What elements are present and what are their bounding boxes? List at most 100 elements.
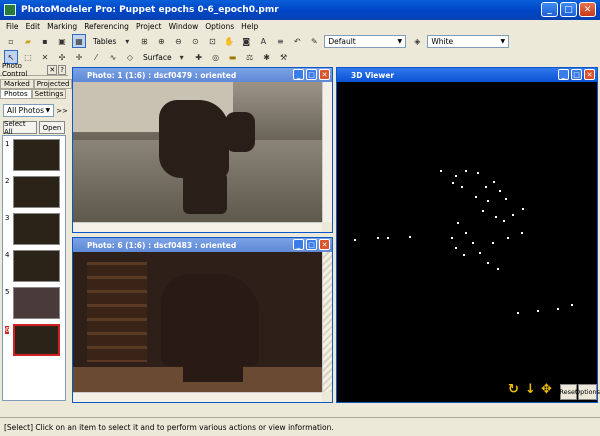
close-button[interactable]: ✕ xyxy=(319,69,330,80)
photo-6-vertical-scrollbar[interactable] xyxy=(322,252,332,392)
color-select[interactable]: White ▼ xyxy=(427,34,510,48)
table-dropdown-icon[interactable]: ▾ xyxy=(120,34,134,48)
point-cloud xyxy=(354,170,573,314)
menu-referencing[interactable]: Referencing xyxy=(84,22,129,31)
thumbnail-photo-5[interactable]: 5 xyxy=(5,287,60,319)
menu-bar: File Edit Marking Referencing Project Wi… xyxy=(0,20,600,32)
photo-1-image[interactable] xyxy=(73,82,322,222)
thumbnail-photo-2[interactable]: 2 xyxy=(5,176,60,208)
surface-dropdown-icon[interactable]: ▾ xyxy=(175,50,189,64)
photo-6-horizontal-scrollbar[interactable] xyxy=(73,392,322,402)
undo-icon[interactable]: ↶ xyxy=(290,34,304,48)
reference-icon[interactable]: ✚ xyxy=(192,50,206,64)
thumb-number: 3 xyxy=(5,214,10,222)
pan-hand-icon[interactable]: ✋ xyxy=(222,34,236,48)
menu-help[interactable]: Help xyxy=(241,22,258,31)
toolbar-bottom: ↖ ⬚ ✕ ✣ ✛ ⁄ ∿ ◇ Surface ▾ ✚ ◎ ▬ ⚖ ✱ ⚒ xyxy=(0,48,600,66)
thumb-number: 4 xyxy=(5,251,10,259)
style-select[interactable]: Default ▼ xyxy=(324,34,407,48)
menu-edit[interactable]: Edit xyxy=(26,22,41,31)
curve-tool-icon[interactable]: ∿ xyxy=(106,50,120,64)
tab-marked[interactable]: Marked xyxy=(0,79,34,89)
minimize-button[interactable]: _ xyxy=(541,2,558,17)
line-tool-icon[interactable]: ⁄ xyxy=(89,50,103,64)
thumb-number: 6 xyxy=(5,326,10,334)
more-button[interactable]: >> xyxy=(56,107,68,115)
photo-1-title: Photo: 1 (1:6) : dscf0479 : oriented xyxy=(87,70,237,80)
title-bar: PhotoModeler Pro: Puppet epochs 0-6_epoc… xyxy=(0,0,600,20)
help-button[interactable]: ? xyxy=(58,65,66,75)
process-icon[interactable]: ✱ xyxy=(260,50,274,64)
photo-6-image[interactable] xyxy=(73,252,322,392)
chevron-down-icon: ▼ xyxy=(500,37,506,45)
tools-icon[interactable]: ⚒ xyxy=(277,50,291,64)
zoom-window-icon[interactable]: ⊡ xyxy=(205,34,219,48)
thumb-number: 2 xyxy=(5,177,10,185)
options-button[interactable]: Options xyxy=(575,384,600,400)
open-button[interactable]: Open xyxy=(39,121,65,134)
zoom-in-icon[interactable]: ⊕ xyxy=(154,34,168,48)
tabs-row-2: Photos Settings xyxy=(0,89,68,99)
close-button[interactable]: ✕ xyxy=(579,2,596,17)
tab-settings[interactable]: Settings xyxy=(31,89,67,99)
zoom-out-icon[interactable]: ⊖ xyxy=(171,34,185,48)
minimize-button[interactable]: _ xyxy=(293,239,304,250)
crosshair-icon[interactable]: ✛ xyxy=(72,50,86,64)
menu-marking[interactable]: Marking xyxy=(47,22,77,31)
maximize-button[interactable]: □ xyxy=(306,239,317,250)
maximize-button[interactable]: □ xyxy=(560,2,577,17)
lines-icon[interactable]: ≡ xyxy=(273,34,287,48)
photo-icon[interactable]: ▣ xyxy=(55,34,69,48)
measure-icon[interactable]: ▬ xyxy=(226,50,240,64)
surface-icon[interactable]: ◇ xyxy=(123,50,137,64)
close-button[interactable]: ✕ xyxy=(584,69,595,80)
view-icon[interactable]: ▦ xyxy=(72,34,86,48)
menu-project[interactable]: Project xyxy=(136,22,162,31)
close-button[interactable]: ✕ xyxy=(319,239,330,250)
surface-label[interactable]: Surface xyxy=(143,53,172,62)
app-icon xyxy=(4,4,16,16)
photo-6-window: Photo: 6 (1:6) : dscf0483 : oriented _ □… xyxy=(72,237,333,403)
status-bar: [Select] Click on an item to select it a… xyxy=(0,417,600,436)
mark-point-icon[interactable]: ✣ xyxy=(55,50,69,64)
thumbnail-photo-3[interactable]: 3 xyxy=(5,213,60,245)
rotate-icon[interactable]: ↻ xyxy=(508,382,519,397)
tab-photos[interactable]: Photos xyxy=(0,89,32,99)
select-all-button[interactable]: Select All xyxy=(3,120,37,136)
thumbnail-photo-4[interactable]: 4 xyxy=(5,250,60,282)
viewer-3d-title: 3D Viewer xyxy=(351,70,395,80)
scale-icon[interactable]: ⚖ xyxy=(243,50,257,64)
photo-1-vertical-scrollbar[interactable] xyxy=(322,82,332,222)
minimize-button[interactable]: _ xyxy=(558,69,569,80)
close-icon[interactable]: ✕ xyxy=(47,65,58,75)
thumbnail-photo-6[interactable]: 6 xyxy=(5,324,60,356)
menu-window[interactable]: Window xyxy=(169,22,199,31)
pan-icon[interactable]: ✥ xyxy=(541,382,552,397)
thumbnail-list[interactable]: 1 2 3 4 5 6 xyxy=(2,135,66,401)
maximize-button[interactable]: □ xyxy=(571,69,582,80)
tables-label[interactable]: Tables xyxy=(93,37,116,46)
move-down-icon[interactable]: ↓ xyxy=(525,382,536,397)
text-icon[interactable]: A xyxy=(256,34,270,48)
target-icon[interactable]: ◎ xyxy=(209,50,223,64)
grid-icon[interactable]: ⊞ xyxy=(137,34,151,48)
status-text: [Select] Click on an item to select it a… xyxy=(4,422,334,432)
open-folder-icon[interactable]: ▰ xyxy=(21,34,35,48)
maximize-button[interactable]: □ xyxy=(306,69,317,80)
photo-6-titlebar: Photo: 6 (1:6) : dscf0483 : oriented _ □… xyxy=(73,238,332,252)
color-value: White xyxy=(431,36,454,46)
zoom-fit-icon[interactable]: ⊙ xyxy=(188,34,202,48)
new-file-icon[interactable]: ▫ xyxy=(4,34,18,48)
point-cloud-view[interactable] xyxy=(337,82,597,402)
viewer-3d-window: 3D Viewer _ □ ✕ ↻ ↓ ✥ Reset Options xyxy=(336,67,600,403)
tab-projected[interactable]: Projected xyxy=(33,79,73,89)
minimize-button[interactable]: _ xyxy=(293,69,304,80)
save-icon[interactable]: ▪ xyxy=(38,34,52,48)
photo-filter-select[interactable]: All Photos ▼ xyxy=(3,104,55,117)
menu-file[interactable]: File xyxy=(6,22,19,31)
thumbnail-photo-1[interactable]: 1 xyxy=(5,139,60,171)
photo-1-horizontal-scrollbar[interactable] xyxy=(73,222,322,232)
photo-control-panel: Photo Control ✕ ? Marked Projected Photo… xyxy=(0,62,73,403)
camera-icon[interactable]: ◙ xyxy=(239,34,253,48)
menu-options[interactable]: Options xyxy=(205,22,234,31)
